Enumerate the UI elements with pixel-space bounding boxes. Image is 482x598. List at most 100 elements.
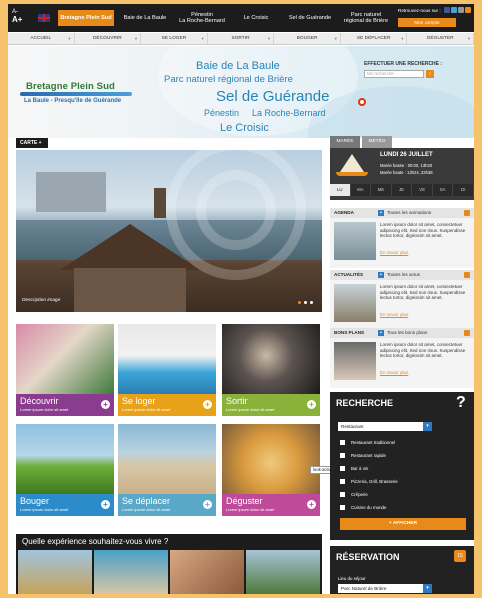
day-je[interactable]: JE	[392, 184, 413, 196]
rss-icon[interactable]	[465, 7, 471, 13]
actualites-block: ACTUALITÉS + Toutes les actus Lorem ipsu…	[330, 270, 474, 330]
experience-image-4[interactable]	[246, 550, 320, 594]
tab-meteo[interactable]: MÉTÉO	[362, 136, 392, 148]
carte-tab[interactable]: CARTE +	[16, 138, 48, 148]
english-flag-icon[interactable]	[38, 14, 50, 22]
rss-icon[interactable]	[464, 210, 470, 216]
search-submit-button[interactable]: ›	[426, 70, 434, 78]
option-creperie[interactable]: Crêperie	[340, 492, 368, 497]
category-select[interactable]: Restaurant	[338, 422, 432, 431]
agenda-all-link[interactable]: Toutes les animations	[387, 210, 431, 215]
share-icon[interactable]	[458, 7, 464, 13]
bons-plans-thumbnail[interactable]	[334, 342, 376, 380]
plus-circle-icon[interactable]: +	[203, 400, 212, 409]
plus-circle-icon[interactable]: +	[307, 400, 316, 409]
agenda-more-link[interactable]: En savoir plus	[380, 250, 408, 255]
plus-circle-icon[interactable]: +	[101, 500, 110, 509]
checkbox-icon[interactable]	[340, 453, 345, 458]
search-input[interactable]: Mo recherche	[364, 70, 424, 78]
agenda-block: AGENDA + Toutes les animations Lorem ips…	[330, 208, 474, 268]
facebook-icon[interactable]	[444, 7, 450, 13]
nav-accueil[interactable]: ACCUEIL	[8, 33, 75, 45]
place-baie-de-la-baule[interactable]: Baie de La Baule	[196, 60, 280, 72]
plus-circle-icon[interactable]: +	[203, 500, 212, 509]
tile-deguster-title: Déguster	[226, 496, 263, 506]
actualites-all-link[interactable]: Toutes les actus	[387, 272, 420, 277]
plus-circle-icon[interactable]: +	[101, 400, 110, 409]
tile-se-loger[interactable]: Se loger Lorem ipsum dolor sit amet +	[118, 324, 216, 416]
site-tab-penestin[interactable]: Pénestin La Roche-Bernard	[174, 10, 230, 26]
experience-image-1[interactable]	[18, 550, 92, 594]
tile-deguster[interactable]: Déguster Lorem ipsum dolor sit amet +	[222, 424, 320, 516]
twitter-icon[interactable]	[451, 7, 457, 13]
plus-icon[interactable]: +	[378, 272, 384, 278]
site-tab-briere[interactable]: Parc naturel régional de Brière	[338, 10, 394, 26]
site-tab-baie-de-la-baule[interactable]: Baie de La Baule	[116, 10, 174, 26]
actualites-thumbnail[interactable]	[334, 284, 376, 322]
day-me[interactable]: ME	[371, 184, 392, 196]
place-sel-de-guerande[interactable]: Sel de Guérande	[216, 88, 329, 105]
day-selector: LU MA ME JE VE SA DI	[330, 184, 474, 196]
tile-decouvrir[interactable]: Découvrir Lorem ipsum dolor sit amet +	[16, 324, 114, 416]
site-tab-sel-de-guerande[interactable]: Sel de Guérande	[282, 10, 338, 26]
nav-sortir[interactable]: SORTIR	[208, 33, 275, 45]
nav-decouvrir[interactable]: DÉCOUVRIR	[75, 33, 142, 45]
logo-subtitle: La Baule - Presqu'île de Guérande	[24, 98, 122, 104]
day-lu[interactable]: LU	[330, 184, 351, 196]
agenda-header: AGENDA + Toutes les animations	[330, 208, 474, 218]
tile-deguster-image	[222, 424, 320, 494]
nav-bouger[interactable]: BOUGER	[274, 33, 341, 45]
bons-plans-all-link[interactable]: Tous les bons plans	[387, 330, 427, 335]
tile-sortir[interactable]: Sortir Lorem ipsum dolor sit amet +	[222, 324, 320, 416]
slide-dot-3[interactable]	[310, 301, 313, 304]
follow-label: Retrouvez-nous sur :	[398, 8, 441, 13]
experience-image-3[interactable]	[170, 550, 244, 594]
checkbox-icon[interactable]	[340, 505, 345, 510]
tile-bouger[interactable]: Bouger Lorem ipsum dolor sit amet +	[16, 424, 114, 516]
checkbox-icon[interactable]	[340, 492, 345, 497]
place-parc-briere[interactable]: Parc naturel régional de Brière	[164, 74, 293, 85]
day-di[interactable]: DI	[453, 184, 474, 196]
day-ve[interactable]: VE	[412, 184, 433, 196]
experience-image-2[interactable]	[94, 550, 168, 594]
rss-icon[interactable]	[464, 330, 470, 336]
tab-maree[interactable]: MARÉE	[330, 136, 360, 148]
option-restaurant-rapide[interactable]: Restaurant rapide	[340, 453, 386, 458]
nav-se-deplacer[interactable]: SE DÉPLACER	[341, 33, 408, 45]
day-sa[interactable]: SA	[433, 184, 454, 196]
nav-deguster[interactable]: DÉGUSTER	[407, 33, 474, 45]
logo-title[interactable]: Bretagne Plein Sud	[26, 81, 115, 92]
option-pizzeria[interactable]: Pizzeria, Grill, Brasserie	[340, 479, 398, 484]
tile-bouger-title: Bouger	[20, 496, 50, 506]
agenda-thumbnail[interactable]	[334, 222, 376, 260]
place-penestin[interactable]: Pénestin	[204, 108, 239, 118]
option-bar-a-vin[interactable]: Bar à vin	[340, 466, 368, 471]
tide-date: LUNDI 26 JUILLET	[380, 152, 433, 158]
tile-se-deplacer[interactable]: Se déplacer Lorem ipsum dolor sit amet +	[118, 424, 216, 516]
rss-icon[interactable]	[464, 272, 470, 278]
bons-plans-more-link[interactable]: En savoir plus	[380, 370, 408, 375]
afficher-button[interactable]: + AFFICHER	[340, 518, 466, 530]
slide-dot-2[interactable]	[304, 301, 307, 304]
plus-circle-icon[interactable]: +	[307, 500, 316, 509]
stay-location-select[interactable]: Parc Naturel de Brière	[338, 584, 432, 593]
plus-icon[interactable]: +	[378, 330, 384, 336]
checkbox-icon[interactable]	[340, 440, 345, 445]
slide-dot-1[interactable]	[298, 301, 301, 304]
nav-se-loger[interactable]: SE LOGER	[141, 33, 208, 45]
site-tab-bretagne-plein-sud[interactable]: Bretagne Plein Sud	[58, 10, 114, 26]
place-la-roche-bernard[interactable]: La Roche-Bernard	[252, 108, 326, 118]
map-pin-icon[interactable]	[358, 98, 366, 106]
option-restaurant-traditionnel[interactable]: Restaurant traditionnel	[340, 440, 395, 445]
place-le-croisic[interactable]: Le Croisic	[220, 122, 269, 134]
hero-slideshow[interactable]: Description image	[16, 150, 322, 312]
day-ma[interactable]: MA	[351, 184, 372, 196]
checkbox-icon[interactable]	[340, 479, 345, 484]
checkbox-icon[interactable]	[340, 466, 345, 471]
site-tab-le-croisic[interactable]: Le Croisic	[230, 10, 282, 26]
actualites-more-link[interactable]: En savoir plus	[380, 312, 408, 317]
account-button[interactable]: Mon compte	[398, 18, 456, 27]
text-increase-button[interactable]: A+	[12, 16, 22, 24]
option-cuisine-du-monde[interactable]: Cuisine du monde	[340, 505, 386, 510]
plus-icon[interactable]: +	[378, 210, 384, 216]
